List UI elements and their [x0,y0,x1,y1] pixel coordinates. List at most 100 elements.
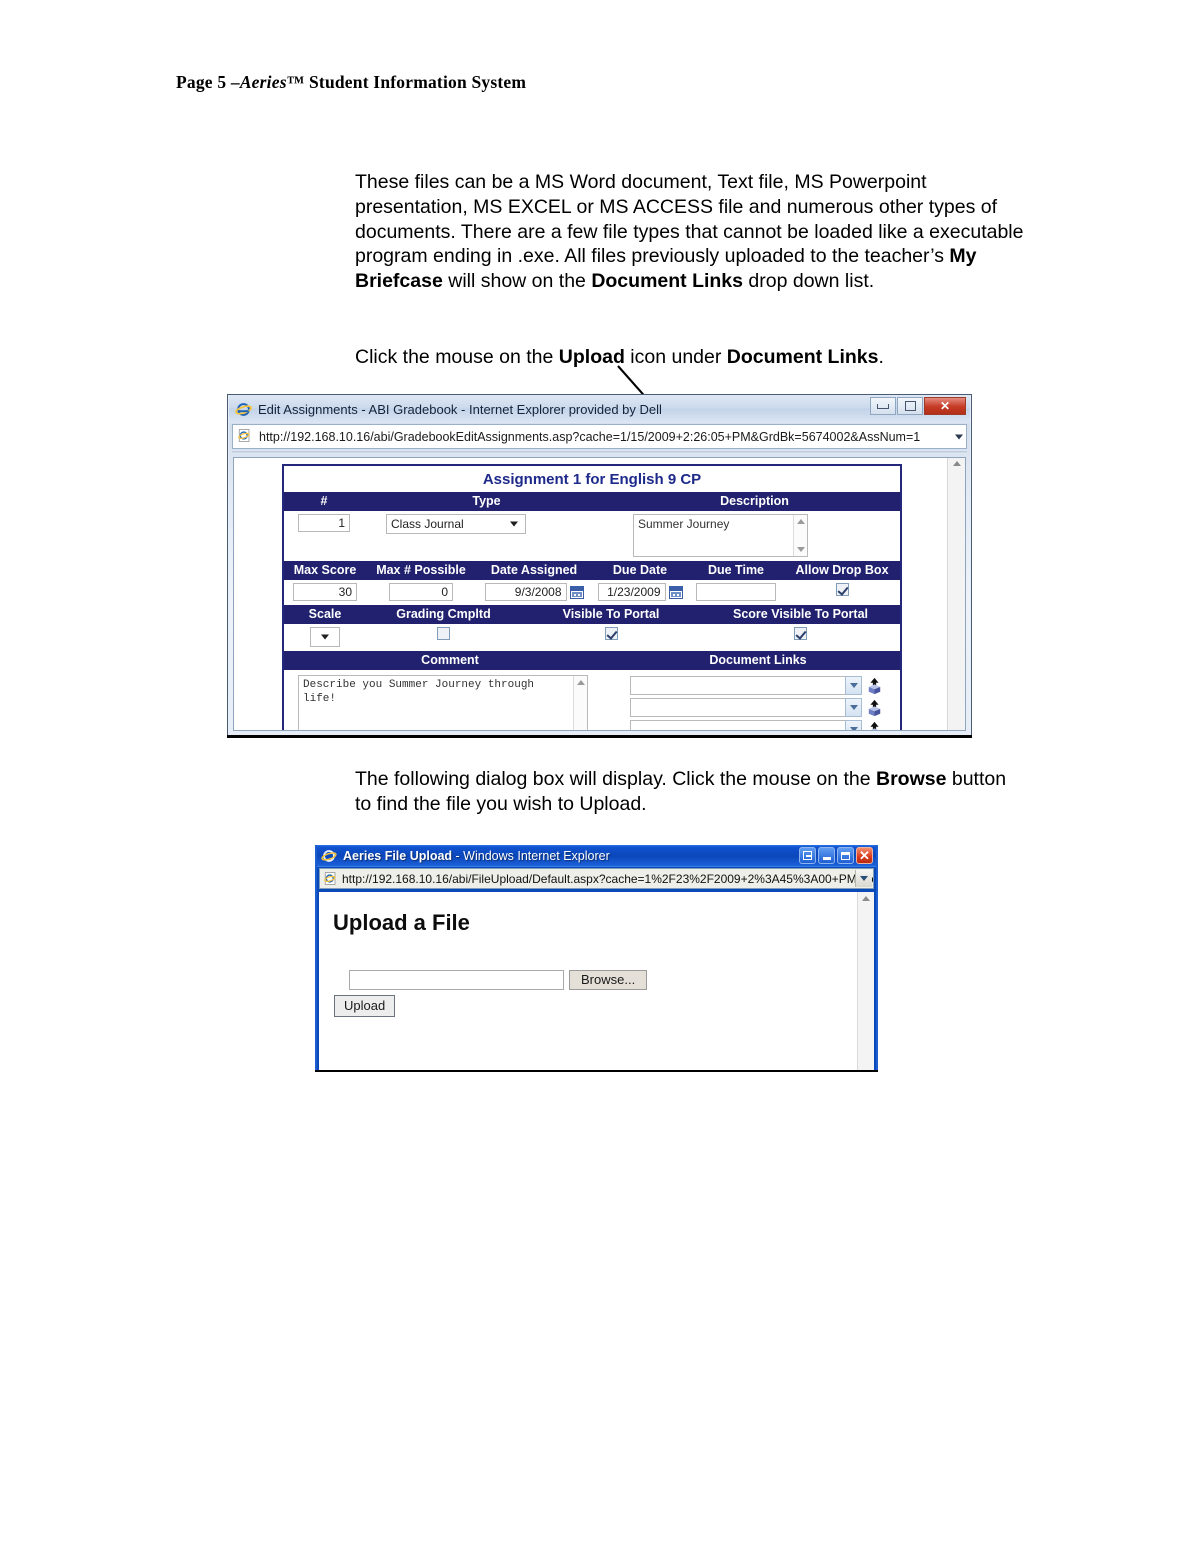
description-scrollbar[interactable] [793,515,807,556]
document-link-row [630,676,883,695]
minimize-button[interactable] [818,847,835,864]
maximize-button[interactable] [837,847,854,864]
scroll-down-icon[interactable] [796,547,805,552]
close-button[interactable]: ✕ [924,397,966,415]
upload-window-controls: ✕ [799,847,873,864]
assignment-header-row-2: Max Score Max # Possible Date Assigned D… [284,561,900,580]
upload-icon[interactable] [866,721,883,730]
assignment-description-textarea[interactable]: Summer Journey [633,514,808,557]
upload-window-title: Aeries File Upload - Windows Internet Ex… [343,849,610,863]
address-bar-page-icon [237,428,254,445]
calendar-icon[interactable] [569,585,584,599]
allow-drop-box-checkbox[interactable] [835,583,849,596]
gradebook-address-bar[interactable]: http://192.168.10.16/abi/GradebookEditAs… [232,424,967,449]
chevron-down-icon[interactable] [845,720,862,730]
scroll-up-icon[interactable] [862,896,870,901]
document-link-row [630,698,883,717]
column-header-score-visible-to-portal: Score Visible To Portal [733,607,868,621]
gradebook-window-controls: ✕ [870,397,966,415]
internet-explorer-icon [235,401,252,418]
paragraph-1-text-b: will show on the [442,270,592,293]
column-header-date-assigned: Date Assigned [490,563,578,577]
scroll-up-icon[interactable] [952,461,961,466]
column-header-comment: Comment [421,653,479,667]
assignment-header-row-4: Comment Document Links [284,651,900,670]
document-link-select-3[interactable] [630,720,862,730]
address-bar-chevron-down-icon[interactable] [855,870,872,887]
assignment-description-value: Summer Journey [638,517,730,531]
minimize-icon [822,857,831,860]
assignment-number-input[interactable]: 1 [298,514,350,532]
comment-textarea[interactable]: Describe you Summer Journey through life… [298,675,588,730]
scroll-up-icon[interactable] [796,519,805,524]
upload-titlebar: Aeries File Upload - Windows Internet Ex… [317,845,876,867]
comment-scrollbar[interactable] [573,676,587,730]
popup-restore-icon [803,851,812,860]
page-title-brand: Aeries [239,72,287,92]
maximize-button[interactable] [897,397,923,415]
column-header-scale: Scale [308,607,342,621]
column-header-max-score: Max Score [293,563,357,577]
upload-icon[interactable] [866,699,883,717]
maximize-icon [904,401,916,411]
due-time-input[interactable] [696,583,776,601]
upload-address-bar[interactable]: http://192.168.10.16/abi/FileUpload/Defa… [319,868,874,889]
due-date-input[interactable]: 1/23/2009 [597,583,666,601]
upload-page-content: Upload a File Browse... Upload [319,892,874,1070]
gradebook-titlebar: Edit Assignments - ABI Gradebook - Inter… [229,395,970,423]
file-path-input[interactable] [349,970,564,990]
document-link-select-1[interactable] [630,676,862,695]
internet-explorer-icon [321,848,338,865]
document-link-select-2[interactable] [630,698,862,717]
screenshot-crop-edge [227,735,972,738]
assignment-header-row-1: # Type Description [284,492,900,511]
column-header-document-links: Document Links [709,653,807,667]
paragraph-1-bold-document-links: Document Links [591,270,743,293]
file-upload-dialog-window: Aeries File Upload - Windows Internet Ex… [315,845,878,1072]
address-bar-chevron-down-icon[interactable] [955,434,963,439]
minimize-icon [877,403,889,409]
upload-window-title-bold: Aeries File Upload [343,849,453,863]
gradebook-page-content: Assignment 1 for English 9 CP # Type Des… [233,457,966,731]
assignment-type-select[interactable]: Class Journal [386,514,526,534]
paragraph-dialog-browse: The following dialog box will display. C… [355,767,1027,817]
assignment-value-row-3 [284,624,900,651]
gradebook-url-text: http://192.168.10.16/abi/GradebookEditAs… [259,429,921,444]
assignment-value-row-1: 1 Class Journal Summer Journey [284,511,900,561]
paragraph-file-types: These files can be a MS Word document, T… [355,170,1027,294]
gradebook-window-title: Edit Assignments - ABI Gradebook - Inter… [258,401,662,417]
assignment-value-row-4: Describe you Summer Journey through life… [284,670,900,730]
screenshot-crop-edge [315,1070,878,1072]
upload-button[interactable]: Upload [334,995,396,1017]
grading-cmpltd-checkbox[interactable] [437,627,450,640]
upload-url-text: http://192.168.10.16/abi/FileUpload/Defa… [342,871,873,886]
gradebook-browser-window: Edit Assignments - ABI Gradebook - Inter… [227,394,972,736]
date-assigned-input[interactable]: 9/3/2008 [484,583,567,601]
column-header-due-time: Due Time [707,563,765,577]
restore-popup-button[interactable] [799,847,816,864]
visible-to-portal-checkbox[interactable] [604,627,618,640]
minimize-button[interactable] [870,397,896,415]
chevron-down-icon[interactable] [845,698,862,717]
chevron-down-icon[interactable] [845,676,862,695]
paragraph-1-text-a: These files can be a MS Word document, T… [355,171,1024,268]
gradebook-vertical-scrollbar[interactable] [947,458,965,730]
close-button[interactable]: ✕ [856,847,873,864]
assignment-header-row-3: Scale Grading Cmpltd Visible To Portal S… [284,605,900,624]
column-header-grading-cmpltd: Grading Cmpltd [396,607,491,621]
browse-button[interactable]: Browse... [569,970,648,990]
column-header-number: # [320,494,328,508]
upload-vertical-scrollbar[interactable] [857,892,874,1070]
address-bar-page-icon [323,871,338,886]
max-score-input[interactable]: 30 [293,583,357,601]
paragraph-3-bold-browse: Browse [876,768,947,790]
column-header-due-date: Due Date [612,563,668,577]
calendar-icon[interactable] [668,585,683,599]
paragraph-3-text-a: The following dialog box will display. C… [355,768,876,790]
max-possible-input[interactable]: 0 [389,583,453,601]
scroll-up-icon[interactable] [576,680,585,685]
scale-select[interactable] [310,627,340,647]
score-visible-to-portal-checkbox[interactable] [794,627,807,640]
paragraph-2-bold-document-links: Document Links [726,346,879,368]
upload-icon[interactable] [866,677,883,695]
